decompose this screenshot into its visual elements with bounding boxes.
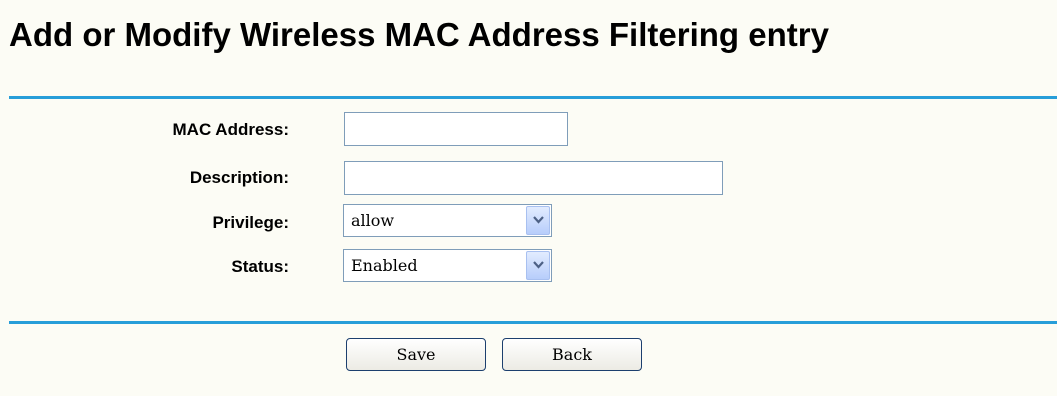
mac-address-input[interactable] [344,112,568,146]
privilege-dropdown-button[interactable] [526,206,550,235]
mac-address-label: MAC Address: [172,120,290,139]
top-divider [9,96,1057,99]
back-button[interactable]: Back [502,338,642,371]
status-dropdown-button[interactable] [526,251,550,280]
page-title: Add or Modify Wireless MAC Address Filte… [9,16,829,53]
privilege-selected-value: allow [351,211,395,230]
mac-filter-page: Add or Modify Wireless MAC Address Filte… [0,0,1057,396]
privilege-select[interactable]: allow [343,204,552,237]
save-button[interactable]: Save [346,338,486,371]
status-select[interactable]: Enabled [343,249,552,282]
privilege-label: Privilege: [212,213,289,232]
description-label: Description: [189,168,289,187]
chevron-down-icon [533,261,544,269]
description-input[interactable] [344,161,723,195]
bottom-divider [9,321,1057,324]
status-label: Status: [231,257,289,276]
status-selected-value: Enabled [351,256,418,275]
chevron-down-icon [533,216,544,224]
